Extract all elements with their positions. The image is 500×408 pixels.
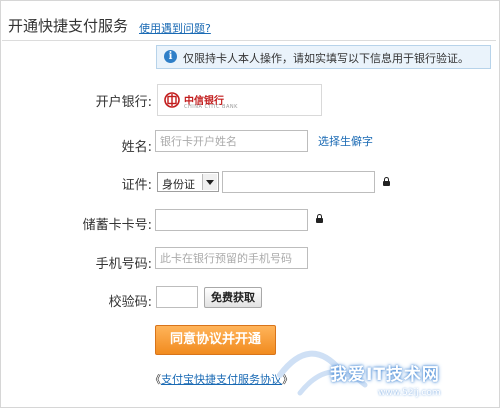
lock-icon	[383, 177, 390, 186]
card-label: 储蓄卡卡号:	[82, 218, 152, 233]
name-input[interactable]	[155, 130, 308, 152]
rare-character-link[interactable]: 选择生僻字	[318, 133, 373, 149]
notice-text: 仅限持卡人本人操作，请如实填写以下信息用于银行验证。	[183, 52, 469, 65]
page-title: 开通快捷支付服务	[8, 17, 129, 35]
watermark-url: www.52ij.com	[378, 388, 441, 398]
id-label: 证件:	[121, 178, 152, 193]
bank-label: 开户银行:	[95, 95, 152, 110]
watermark-text: 我爱IT技术网	[330, 365, 440, 385]
agreement-bracket-open: 《	[150, 373, 161, 386]
notice-bar: i 仅限持卡人本人操作，请如实填写以下信息用于银行验证。	[156, 45, 491, 69]
help-link[interactable]: 使用遇到问题?	[139, 20, 211, 36]
id-type-value: 身份证	[162, 178, 195, 191]
header-divider	[2, 40, 496, 41]
agree-and-activate-button[interactable]: 同意协议并开通	[155, 325, 276, 355]
name-label: 姓名:	[121, 140, 152, 155]
phone-input[interactable]	[155, 247, 308, 269]
info-icon: i	[164, 50, 177, 63]
verification-code-input[interactable]	[156, 286, 198, 308]
phone-label: 手机号码:	[95, 257, 152, 272]
chevron-down-icon	[202, 174, 217, 190]
lock-icon	[316, 214, 323, 223]
agreement-link[interactable]: 支付宝快捷支付服务协议	[161, 373, 282, 386]
id-type-select[interactable]: 身份证	[157, 172, 219, 192]
citic-bank-logo-icon	[164, 92, 180, 111]
code-label: 校验码:	[108, 295, 152, 310]
bank-name-en: CHINA CITIC BANK	[184, 104, 238, 110]
card-number-input[interactable]	[155, 209, 308, 231]
get-code-button[interactable]: 免费获取	[204, 287, 262, 308]
id-number-input[interactable]	[222, 171, 375, 193]
bank-display: 中信银行 CHINA CITIC BANK	[157, 84, 322, 116]
